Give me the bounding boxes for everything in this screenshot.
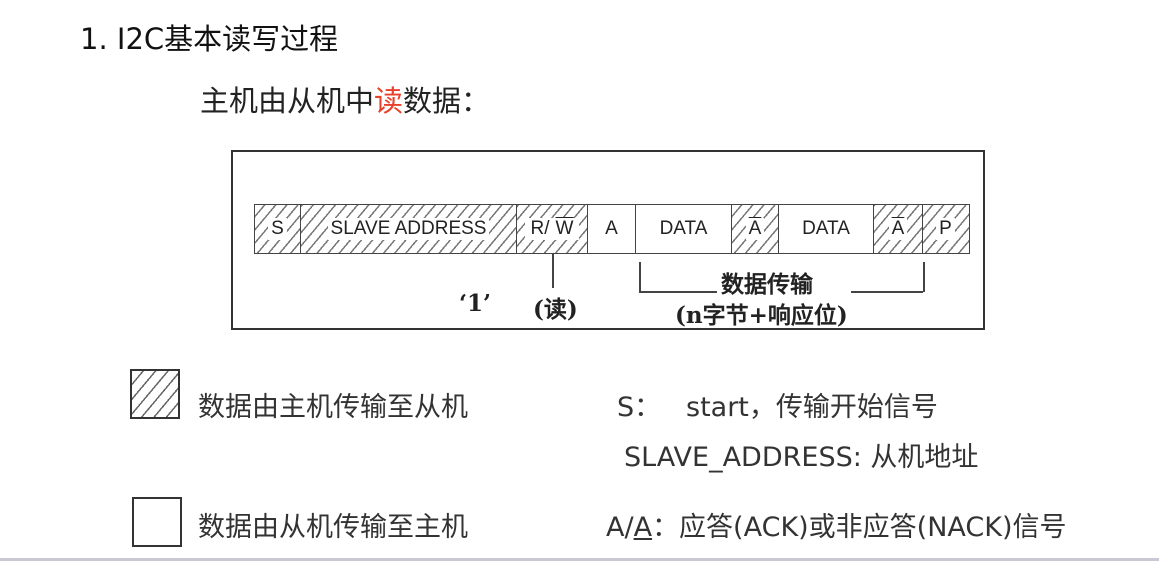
subtitle-suffix: 数据： xyxy=(403,84,491,118)
bracket-right-horizontal xyxy=(851,291,923,293)
frame-rw: R/W xyxy=(515,204,589,254)
frame-data-1: DATA xyxy=(634,204,733,254)
legend-host-to-slave: 数据由主机传输至从机 xyxy=(198,392,468,423)
data-transfer-note: 数据传输 xyxy=(721,271,813,298)
legend-plain-box xyxy=(132,497,182,547)
bytes-note: (n字节+响应位) xyxy=(675,302,848,329)
rw-value-note: ‘1’ xyxy=(459,290,492,317)
frame-start: S xyxy=(253,204,302,254)
frame-ack: A xyxy=(587,204,636,254)
frame-stop: P xyxy=(921,204,970,254)
def-start-desc: start，传输开始信号 xyxy=(686,392,938,423)
subtitle: 主机由从机中读数据： xyxy=(200,78,490,120)
def-ack-underlined: A xyxy=(633,512,653,543)
i2c-read-diagram: S SLAVE ADDRESS R/W A DATA A DATA A P ‘1… xyxy=(231,150,985,330)
rw-r-text: R/ xyxy=(527,218,553,239)
legend-slave-to-host: 数据由从机传输至主机 xyxy=(198,512,468,543)
frame-data-2: DATA xyxy=(777,204,875,254)
bracket-left-vertical xyxy=(639,262,641,292)
def-ack: A/A：应答(ACK)或非应答(NACK)信号 xyxy=(606,512,1067,543)
rw-pointer-line xyxy=(552,254,554,288)
subtitle-prefix: 主机由从机中 xyxy=(200,84,375,118)
bracket-right-vertical xyxy=(923,262,925,292)
def-slave-address: SLAVE_ADDRESS: 从机地址 xyxy=(624,442,979,473)
read-note: (读) xyxy=(533,296,578,323)
page-title: 1. I2C基本读写过程 xyxy=(80,22,339,56)
frame-slave-address: SLAVE ADDRESS xyxy=(300,204,517,254)
frame-ack-master-1: A xyxy=(731,204,779,254)
def-start-label: S： xyxy=(617,392,662,423)
frame-nack: A xyxy=(873,204,923,254)
bracket-left-horizontal xyxy=(639,291,717,293)
frame-row: S SLAVE ADDRESS R/W A DATA A DATA A P xyxy=(253,204,970,254)
rw-w-text: W xyxy=(552,218,577,239)
subtitle-highlight: 读 xyxy=(374,84,404,118)
legend-hatched-box xyxy=(130,369,180,419)
